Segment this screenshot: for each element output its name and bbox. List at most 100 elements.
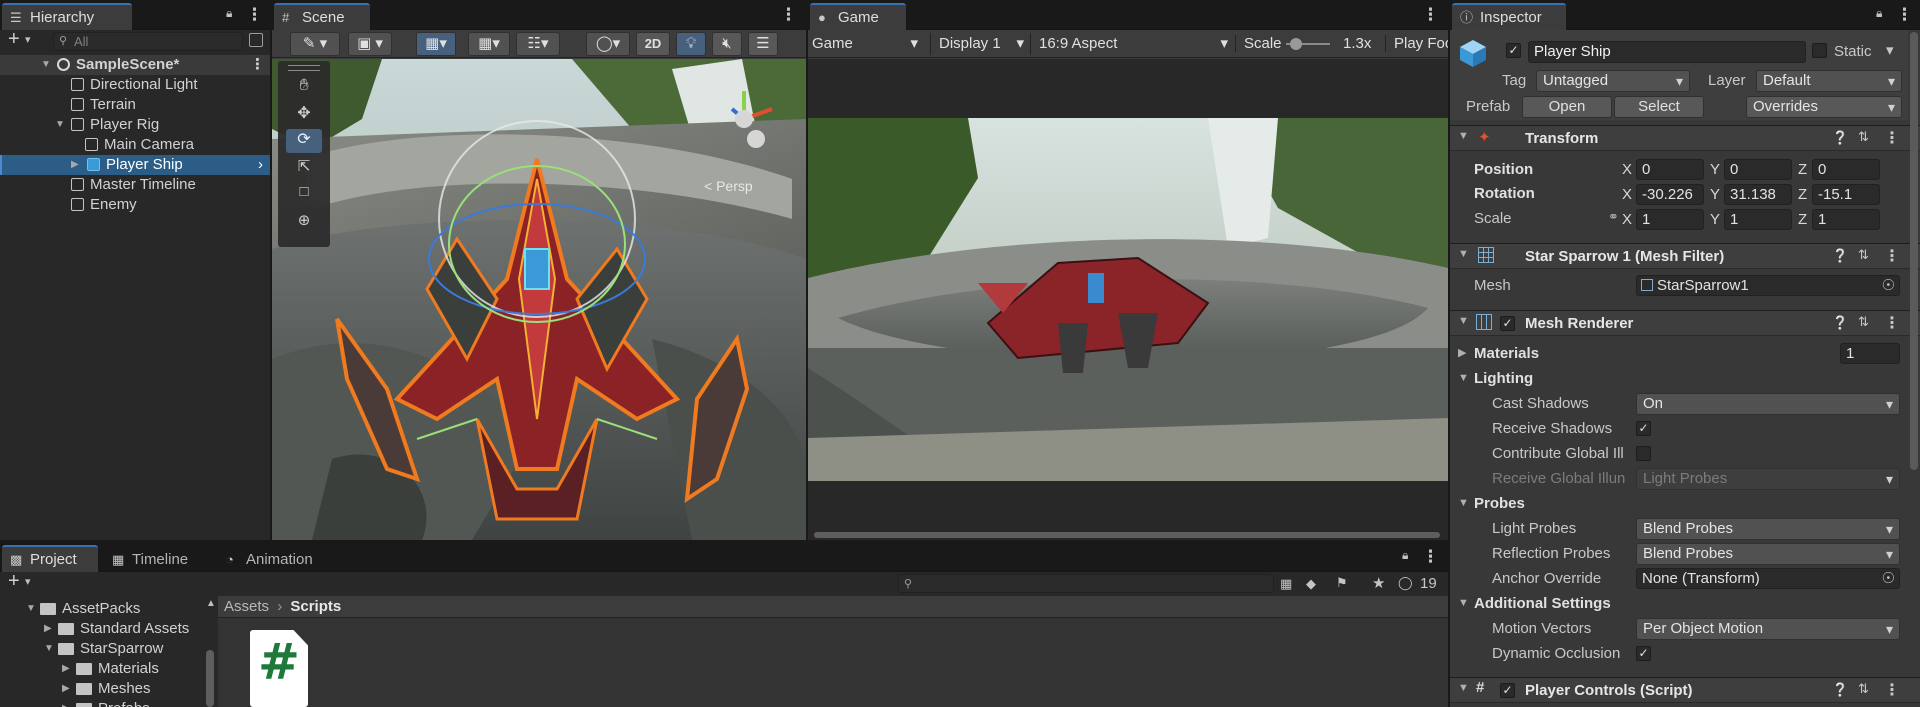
rotation-x-field[interactable]: -30.226 [1636,184,1704,205]
game-viewport[interactable] [808,59,1448,540]
prefab-select-button[interactable]: Select [1614,96,1704,118]
contribute-gi-checkbox[interactable] [1636,446,1651,461]
project-tree-scrollbar[interactable] [206,650,214,707]
mesh-renderer-header[interactable]: ▼ ✓ Mesh Renderer ❔ ⇅ ⋮ [1450,310,1920,336]
foldout-arrow-icon[interactable]: ▼ [41,55,51,75]
foldout-arrow-icon[interactable]: ▶ [71,155,79,175]
hierarchy-item[interactable]: ▼ Player Rig [0,115,270,135]
lock-icon[interactable]: 🔒︎ [1876,6,1882,21]
materials-foldout-icon[interactable]: ▶ [1458,346,1466,359]
constrain-proportions-icon[interactable]: ⚭ [1608,209,1619,225]
receive-shadows-checkbox[interactable]: ✓ [1636,421,1651,436]
rotation-y-field[interactable]: 31.138 [1724,184,1792,205]
display-dropdown[interactable]: Display 1 ▾ [930,33,1028,55]
foldout-arrow-icon[interactable]: ▼ [1458,682,1469,694]
scene-search-icon[interactable] [249,33,263,47]
rotation-y-axis-label[interactable]: Y [1710,186,1720,203]
play-focus-dropdown[interactable]: Play Foc [1385,35,1448,52]
object-active-checkbox[interactable]: ✓ [1506,43,1521,58]
help-icon[interactable]: ❔ [1832,130,1848,146]
lighting-toggle-button[interactable]: 💡︎ [676,32,706,56]
motion-vectors-dropdown[interactable]: Per Object Motion [1636,618,1900,640]
menu-dots-icon[interactable]: ⋮ [246,4,263,26]
hierarchy-item[interactable]: Master Timeline [0,175,270,195]
player-controls-header[interactable]: ▼ # ✓ Player Controls (Script) ❔ ⇅ ⋮ [1450,677,1920,703]
add-icon[interactable]: + [8,570,20,593]
menu-dots-icon[interactable]: ⋮ [1422,4,1439,26]
layer-dropdown[interactable]: Default [1756,70,1902,92]
anchor-override-field[interactable]: None (Transform) ☉ [1636,568,1900,589]
presets-icon[interactable]: ⇅ [1858,129,1869,145]
menu-dots-icon[interactable]: ⋮ [780,4,797,26]
hidden-packages-icon[interactable]: ◯ [1398,575,1413,591]
static-checkbox[interactable] [1812,43,1827,58]
position-z-field[interactable]: 0 [1812,159,1880,180]
position-y-field[interactable]: 0 [1724,159,1792,180]
position-z-axis-label[interactable]: Z [1798,161,1807,178]
project-folder-item[interactable]: ▼ AssetPacks [0,599,216,619]
position-x-field[interactable]: 0 [1636,159,1704,180]
materials-label[interactable]: Materials [1474,345,1539,362]
lock-icon[interactable]: 🔒︎ [226,6,232,21]
player-controls-enabled-checbox[interactable]: ✓ [1500,683,1515,698]
render-mode-button[interactable]: ▣ ▾ [348,32,392,56]
mesh-renderer-enabled-checkbox[interactable]: ✓ [1500,316,1515,331]
object-picker-icon[interactable]: ☉ [1882,276,1895,295]
effects-button[interactable]: ☰ [748,32,778,56]
rotation-x-axis-label[interactable]: X [1622,186,1632,203]
foldout-arrow-icon[interactable]: ▼ [1458,130,1469,142]
persp-label[interactable]: < Persp [704,178,753,194]
foldout-arrow-icon[interactable]: ▼ [44,639,54,659]
help-icon[interactable]: ❔ [1832,248,1848,264]
script-asset-icon[interactable]: # [250,630,308,707]
filter-type-icon[interactable]: ◆ [1306,576,1316,592]
foldout-arrow-icon[interactable]: ▼ [1458,248,1469,260]
display-mode-dropdown[interactable]: Game ▾ [810,33,922,55]
chevron-down-icon[interactable]: ▾ [1886,41,1894,59]
scale-slider-thumb[interactable] [1290,38,1302,50]
tab-scene[interactable]: # Scene [274,3,370,30]
tag-dropdown[interactable]: Untagged [1536,70,1690,92]
prefab-overrides-dropdown[interactable]: Overrides [1746,96,1902,118]
hierarchy-item[interactable]: ▶ Player Ship › [0,155,270,175]
project-folder-item[interactable]: ▼ StarSparrow [0,639,216,659]
scale-y-field[interactable]: 1 [1724,209,1792,230]
tab-inspector[interactable]: ⓘ Inspector [1452,3,1566,30]
hierarchy-item[interactable]: Main Camera [0,135,270,155]
probes-label[interactable]: Probes [1474,495,1525,512]
draw-mode-button[interactable]: ✎ ▾ [290,32,340,56]
chevron-right-icon[interactable]: › [258,155,263,175]
menu-dots-icon[interactable]: ⋮ [1422,546,1439,568]
cast-shadows-dropdown[interactable]: On [1636,393,1900,415]
scroll-up-icon[interactable]: ▲ [206,598,216,609]
project-search-input[interactable]: ⚲ [898,574,1274,593]
transform-tool-icon[interactable]: ⊕ [286,211,322,233]
object-name-input[interactable]: Player Ship [1528,41,1806,63]
increment-button[interactable]: ☷▾ [516,32,560,56]
materials-count-field[interactable]: 1 [1840,343,1900,364]
gizmo-grid-button[interactable]: ▦▾ [416,32,456,56]
breadcrumb-assets[interactable]: Assets [224,598,269,615]
scene-viewport[interactable]: ✋︎ ✥ ⟳ ⇱ □ ⊕ < Persp [272,59,806,540]
position-y-axis-label[interactable]: Y [1710,161,1720,178]
hierarchy-item[interactable]: Terrain [0,95,270,115]
scale-z-field[interactable]: 1 [1812,209,1880,230]
component-menu-icon[interactable]: ⋮ [1884,680,1900,700]
scene-menu-dots-icon[interactable]: ⋮ [250,55,265,75]
hierarchy-scene-row[interactable]: ▼ SampleScene* ⋮ [0,55,270,75]
lock-icon[interactable]: 🔒︎ [1402,548,1408,563]
component-menu-icon[interactable]: ⋮ [1884,313,1900,333]
scale-z-axis-label[interactable]: Z [1798,211,1807,228]
object-picker-icon[interactable]: ☉ [1882,569,1895,588]
hand-tool-icon[interactable]: ✋︎ [286,77,322,99]
project-folder-item[interactable]: ▶ Prefabs [0,699,216,707]
tab-project[interactable]: ▩ Project [2,545,98,572]
foldout-arrow-icon[interactable]: ▶ [44,619,52,639]
scale-x-field[interactable]: 1 [1636,209,1704,230]
mesh-object-field[interactable]: StarSparrow1 ☉ [1636,275,1900,296]
probes-foldout-icon[interactable]: ▼ [1458,497,1469,509]
dynamic-occlusion-checkbox[interactable]: ✓ [1636,646,1651,661]
favorites-star-icon[interactable]: ★ [1372,574,1385,592]
breadcrumb-scripts[interactable]: Scripts [290,598,341,615]
game-scrollbar[interactable] [814,532,1440,538]
